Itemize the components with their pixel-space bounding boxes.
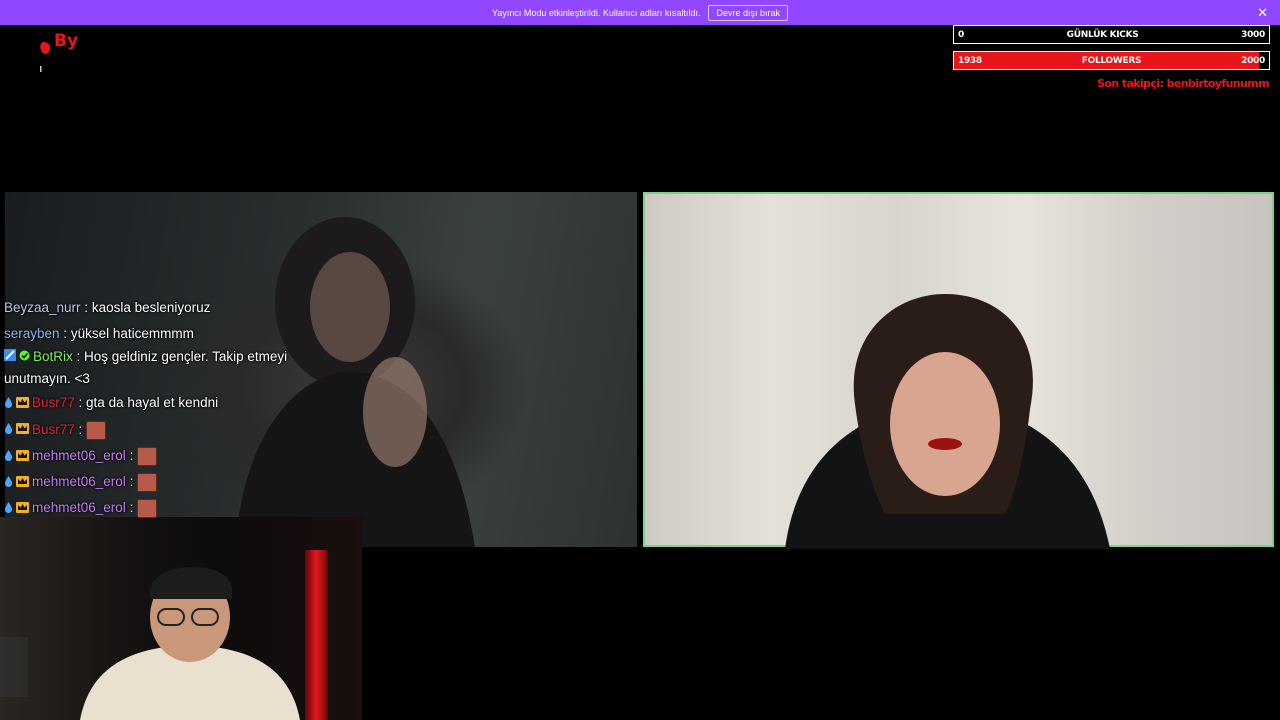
- chat-emote: [137, 499, 158, 519]
- streamer-silhouette: [0, 566, 300, 720]
- crown-icon: [16, 417, 29, 443]
- kicks-label: GÜNLÜK KICKS: [1066, 29, 1139, 40]
- kicks-current: 0: [958, 29, 964, 40]
- daily-kicks-goal: 0 GÜNLÜK KICKS 3000: [953, 25, 1270, 44]
- logo-text: By: [54, 31, 78, 51]
- chat-message: Beyzaa_nurr : kaosla besleniyoruz: [4, 295, 324, 321]
- chat-username[interactable]: Busr77: [32, 395, 75, 410]
- chat-emote: [86, 420, 107, 440]
- drop-icon: [4, 417, 13, 443]
- chat-message: serayben : yüksel haticemmmm: [4, 321, 324, 347]
- chat-separator: :: [80, 300, 92, 315]
- chat-separator: :: [125, 474, 138, 489]
- drop-icon: [4, 444, 13, 470]
- chat-username[interactable]: mehmet06_erol: [32, 474, 126, 489]
- chat-separator: :: [125, 500, 138, 516]
- close-icon[interactable]: ✕: [1257, 5, 1268, 21]
- chat-username[interactable]: BotRix: [33, 349, 73, 364]
- chat-username[interactable]: mehmet06_erol: [32, 448, 126, 463]
- streamer-mode-text: Yayıncı Modu etkinleştirildi. Kullanıcı …: [492, 7, 701, 18]
- crown-icon: [16, 391, 29, 417]
- chat-emote: [137, 446, 158, 466]
- chat-username[interactable]: Busr77: [32, 422, 75, 437]
- last-follower-text: Son takipçi: benbirtoyfunumm: [1097, 77, 1270, 90]
- chat-text: yüksel haticemmmm: [70, 325, 194, 341]
- chat-username[interactable]: mehmet06_erol: [32, 500, 126, 515]
- chat-separator: :: [72, 349, 85, 364]
- followers-goal-value: 2000: [1241, 55, 1265, 66]
- chat-username[interactable]: serayben: [4, 326, 60, 341]
- streamer-webcam: [0, 517, 362, 720]
- chat-message: Busr77 :: [4, 417, 324, 443]
- drop-icon: [4, 496, 13, 522]
- drop-icon: [4, 391, 13, 417]
- chat-message: mehmet06_erol :: [4, 469, 324, 495]
- disable-streamer-mode-button[interactable]: Devre dışı bırak: [708, 4, 788, 21]
- chat-emote: [137, 472, 158, 492]
- chat-separator: :: [74, 395, 87, 411]
- chat-separator: :: [59, 325, 71, 341]
- crown-icon: [16, 444, 29, 470]
- chat-message: Busr77 : gta da hayal et kendni: [4, 390, 324, 416]
- followers-label: FOLLOWERS: [1081, 55, 1142, 66]
- right-video-feed: [643, 192, 1274, 549]
- chat-overlay: Beyzaa_nurr : kaosla besleniyoruz seraybe…: [4, 295, 324, 521]
- crown-icon: [16, 496, 29, 522]
- chat-separator: :: [125, 447, 138, 463]
- verified-icon: [19, 346, 30, 368]
- kicks-goal: 3000: [1241, 29, 1265, 40]
- chat-separator: :: [74, 421, 87, 437]
- right-participant-silhouette: [785, 294, 1110, 549]
- chat-message: BotRix : Hoş geldiniz gençler. Takip etm…: [4, 346, 324, 390]
- followers-goal: 1938 FOLLOWERS 2000: [953, 51, 1270, 70]
- chat-message: mehmet06_erol :: [4, 443, 324, 469]
- chat-text: gta da hayal et kendni: [86, 395, 219, 411]
- streamer-mode-banner: Yayıncı Modu etkinleştirildi. Kullanıcı …: [0, 0, 1280, 25]
- followers-current: 1938: [958, 55, 982, 66]
- chat-text: kaosla besleniyoruz: [91, 300, 211, 315]
- chat-username[interactable]: Beyzaa_nurr: [4, 300, 81, 315]
- crown-icon: [16, 470, 29, 496]
- drop-icon: [4, 470, 13, 496]
- bot-icon: [4, 346, 16, 368]
- channel-logo: By: [40, 31, 78, 72]
- chat-message: mehmet06_erol :: [4, 495, 324, 521]
